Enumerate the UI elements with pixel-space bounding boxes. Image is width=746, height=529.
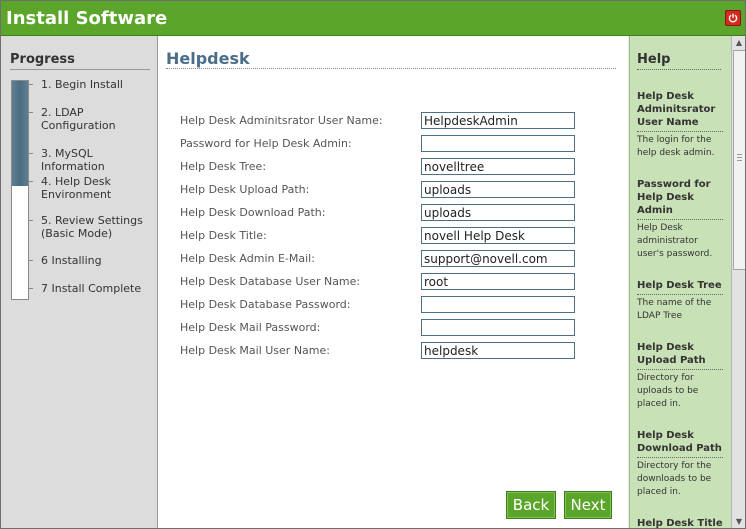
help-item-description: The name of the LDAP Tree bbox=[637, 298, 712, 321]
main-content: Helpdesk Help Desk Adminitsrator User Na… bbox=[158, 36, 628, 528]
help-item-title: Password for Help Desk Admin bbox=[637, 179, 711, 216]
progress-step-label: 2. LDAP Configuration bbox=[41, 106, 116, 132]
form-row-tree: Help Desk Tree: bbox=[180, 158, 580, 177]
install-window: Install Software Progress 1. Begin Insta… bbox=[0, 0, 746, 529]
page-title: Helpdesk bbox=[166, 49, 250, 68]
back-button[interactable]: Back bbox=[506, 491, 556, 519]
form-row-download-path: Help Desk Download Path: bbox=[180, 204, 580, 223]
field-label: Help Desk Upload Path: bbox=[180, 183, 310, 196]
form-row-mail-password: Help Desk Mail Password: bbox=[180, 319, 580, 338]
db-password-input[interactable] bbox=[421, 296, 575, 313]
arrow-up-icon[interactable]: ▲ bbox=[732, 36, 745, 49]
field-label: Help Desk Tree: bbox=[180, 160, 267, 173]
divider bbox=[637, 69, 721, 70]
help-item: Help Desk Adminitsrator User Name The lo… bbox=[637, 90, 723, 160]
progress-bar-fill bbox=[12, 81, 28, 186]
field-label: Password for Help Desk Admin: bbox=[180, 137, 352, 150]
field-label: Help Desk Database User Name: bbox=[180, 275, 361, 288]
form-row-db-password: Help Desk Database Password: bbox=[180, 296, 580, 315]
help-item: Help Desk Title bbox=[637, 517, 723, 528]
help-item-title: Help Desk Title bbox=[637, 518, 723, 528]
help-item-title: Help Desk Upload Path bbox=[637, 342, 706, 366]
divider bbox=[637, 131, 723, 132]
progress-bar bbox=[11, 80, 29, 300]
form-row-admin-password: Password for Help Desk Admin: bbox=[180, 135, 580, 154]
field-label: Help Desk Title: bbox=[180, 229, 267, 242]
form-row-title: Help Desk Title: bbox=[180, 227, 580, 246]
form-row-admin-email: Help Desk Admin E-Mail: bbox=[180, 250, 580, 269]
progress-pane: Progress 1. Begin Install 2. LDAP Config… bbox=[1, 36, 158, 528]
help-item-description: Directory for the downloads to be placed… bbox=[637, 461, 712, 497]
title-bar: Install Software bbox=[1, 1, 745, 36]
help-pane: Help Help Desk Adminitsrator User Name T… bbox=[629, 36, 732, 528]
progress-step-label: 5. Review Settings (Basic Mode) bbox=[41, 214, 143, 240]
divider bbox=[637, 457, 723, 458]
form-row-upload-path: Help Desk Upload Path: bbox=[180, 181, 580, 200]
field-label: Help Desk Admin E-Mail: bbox=[180, 252, 315, 265]
db-user-name-input[interactable] bbox=[421, 273, 575, 290]
help-item: Help Desk Tree The name of the LDAP Tree bbox=[637, 279, 723, 323]
admin-email-input[interactable] bbox=[421, 250, 575, 267]
help-item: Help Desk Download Path Directory for th… bbox=[637, 429, 723, 499]
help-heading: Help bbox=[637, 52, 671, 67]
admin-user-name-input[interactable] bbox=[421, 112, 575, 129]
field-label: Help Desk Database Password: bbox=[180, 298, 351, 311]
field-label: Help Desk Mail Password: bbox=[180, 321, 321, 334]
arrow-down-icon[interactable]: ▼ bbox=[732, 515, 745, 528]
mail-user-name-input[interactable] bbox=[421, 342, 575, 359]
progress-heading: Progress bbox=[10, 52, 75, 67]
help-item: Password for Help Desk Admin Help Desk a… bbox=[637, 178, 723, 261]
next-button[interactable]: Next bbox=[564, 491, 612, 519]
field-label: Help Desk Mail User Name: bbox=[180, 344, 330, 357]
form-row-db-user: Help Desk Database User Name: bbox=[180, 273, 580, 292]
progress-step-label: 1. Begin Install bbox=[41, 78, 123, 91]
power-close-icon bbox=[728, 13, 738, 23]
progress-step-label: 3. MySQL Information bbox=[41, 147, 105, 173]
mail-password-input[interactable] bbox=[421, 319, 575, 336]
help-item-description: The login for the help desk admin. bbox=[637, 135, 715, 158]
tree-input[interactable] bbox=[421, 158, 575, 175]
upload-path-input[interactable] bbox=[421, 181, 575, 198]
close-button[interactable] bbox=[725, 10, 741, 26]
divider bbox=[10, 69, 150, 70]
divider bbox=[637, 219, 723, 220]
field-label: Help Desk Download Path: bbox=[180, 206, 326, 219]
helpdesk-title-input[interactable] bbox=[421, 227, 575, 244]
form-row-admin-user: Help Desk Adminitsrator User Name: bbox=[180, 112, 580, 131]
form-row-mail-user: Help Desk Mail User Name: bbox=[180, 342, 580, 361]
field-label: Help Desk Adminitsrator User Name: bbox=[180, 114, 383, 127]
help-item-title: Help Desk Download Path bbox=[637, 430, 722, 454]
help-item-description: Help Desk administrator user's password. bbox=[637, 223, 713, 259]
divider bbox=[637, 369, 723, 370]
help-scrollbar[interactable]: ▲ ▼ bbox=[731, 36, 745, 528]
admin-password-input[interactable] bbox=[421, 135, 575, 152]
window-title: Install Software bbox=[6, 8, 168, 29]
progress-step-label: 4. Help Desk Environment bbox=[41, 175, 112, 201]
divider bbox=[166, 68, 616, 69]
divider bbox=[637, 294, 723, 295]
help-item-title: Help Desk Adminitsrator User Name bbox=[637, 91, 716, 128]
progress-step-label: 6 Installing bbox=[41, 254, 102, 267]
help-item-description: Directory for uploads to be placed in. bbox=[637, 373, 699, 409]
help-item-title: Help Desk Tree bbox=[637, 280, 722, 291]
download-path-input[interactable] bbox=[421, 204, 575, 221]
scrollbar-thumb[interactable] bbox=[733, 50, 745, 270]
progress-step-label: 7 Install Complete bbox=[41, 282, 142, 295]
help-item: Help Desk Upload Path Directory for uplo… bbox=[637, 341, 723, 411]
